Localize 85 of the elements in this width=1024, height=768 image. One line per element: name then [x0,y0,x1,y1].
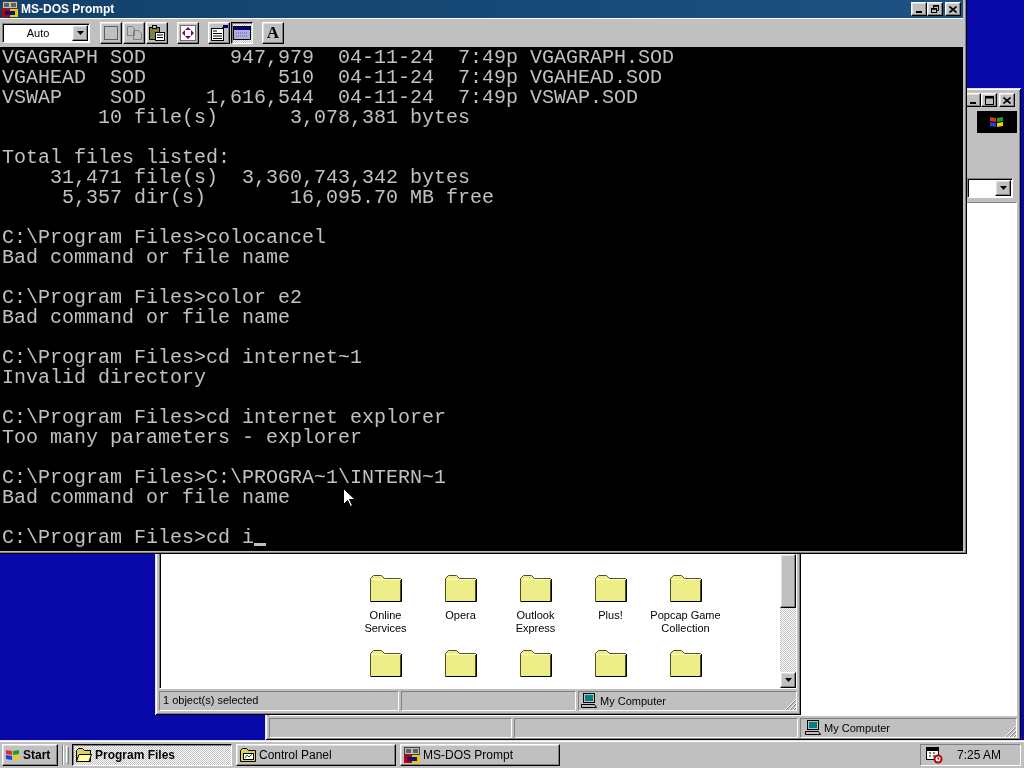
console-line: C:\Program Files>colocancel [2,228,327,248]
mouse-pointer-icon [343,488,355,507]
console-line: Total files listed: [2,148,231,168]
address-field[interactable] [967,178,1013,198]
flag-icon [5,748,21,762]
computer-icon [581,693,597,709]
calendar-clock-icon [926,746,943,764]
ms-dos-icon [404,747,420,763]
folder-icon [76,748,92,762]
text-cursor [254,543,267,546]
minimize-icon [916,11,922,13]
start-button[interactable]: Start [2,744,58,766]
font-size-dropdown[interactable]: Auto [2,22,90,43]
folder-label[interactable]: Online Services [348,609,423,635]
properties-icon [210,24,228,41]
dropdown-button[interactable] [995,180,1011,196]
console-line: Too many parameters - explorer [2,428,363,448]
folder-icon[interactable] [594,649,627,677]
caret-icon [76,30,84,35]
window-title: MS-DOS Prompt [21,2,116,16]
console-line: C:\Program Files>C:\PROGRA~1\INTERN~1 [2,468,447,488]
folder-icon[interactable] [444,574,477,602]
folder-label[interactable]: Popcap Game Collection [648,609,723,635]
folder-icon[interactable] [519,649,552,677]
scroll-down-button[interactable] [780,672,796,688]
folder-icon[interactable] [669,649,702,677]
ms-dos-icon [2,1,18,17]
console-line: VGAGRAPH SOD 947,979 04-11-24 7:49p VGAGRAPH.SOD [2,48,675,68]
console-line: C:\Program Files>color e2 [2,288,303,308]
copy-icon [126,25,142,40]
folder-label[interactable]: Plus! [573,609,648,622]
scrollbar-thumb[interactable] [780,554,796,608]
taskbar-button[interactable]: Control Panel [236,744,396,766]
console-line: 5,357 dir(s) 16,095.70 MB free [62,188,495,208]
full-screen-button[interactable] [177,21,199,44]
console-line: C:\Program Files>cd i [2,528,255,548]
console-line: VSWAP SOD 1,616,544 04-11-24 7:49p VSWAP.SOD [2,88,639,108]
flag-icon [977,111,1017,133]
close-icon [1003,96,1011,104]
caret-icon [784,678,792,682]
console-line: 10 file(s) 3,078,381 bytes [97,108,471,128]
close-button[interactable] [999,93,1015,107]
maximize-button[interactable] [981,93,997,107]
folder-icon[interactable] [519,574,552,602]
close-button[interactable] [945,2,961,16]
background-button[interactable] [231,21,253,44]
folder-label[interactable]: Opera [423,609,498,622]
properties-button[interactable] [208,21,230,44]
console-line: Invalid directory [2,368,207,388]
arrows-out-icon [180,24,196,41]
folder-icon[interactable] [669,574,702,602]
chart-folder-icon [240,748,256,762]
folder-icon[interactable] [369,649,402,677]
computer-icon [805,720,821,736]
dotted-rectangle-icon [104,25,118,40]
mark-button[interactable] [100,21,122,44]
dropdown-button[interactable] [72,24,88,41]
clock-text: 7:25 AM [957,748,1002,762]
folder-icon[interactable] [594,574,627,602]
status-text: My Computer [824,722,892,734]
console-line: C:\Program Files>cd internet~1 [2,348,363,368]
window-icon [233,25,251,40]
folder-icon[interactable] [369,574,402,602]
console-line: VGAHEAD SOD 510 04-11-24 7:49p VGAHEAD.SOD [2,68,663,88]
restore-button[interactable] [927,2,943,16]
folder-icon[interactable] [444,649,477,677]
minimize-icon [970,102,976,104]
console-line: Bad command or file name [2,488,291,508]
close-icon [949,5,957,13]
console-line: Bad command or file name [2,248,291,268]
minimize-button[interactable] [911,2,927,16]
console-line: Bad command or file name [2,308,291,328]
taskbar-button[interactable]: Program Files [72,744,232,766]
status-text: My Computer [600,695,668,707]
console-line: C:\Program Files>cd internet explorer [2,408,447,428]
font-button[interactable]: A [262,21,284,44]
restore-icon [931,5,939,13]
console-line: 31,471 file(s) 3,360,743,342 bytes [49,168,471,188]
taskbar-button[interactable]: MS-DOS Prompt [400,744,560,766]
status-panel: 1 object(s) selected [159,691,399,711]
folder-label[interactable]: Outlook Express [498,609,573,635]
caret-icon [999,186,1007,190]
paste-icon [149,24,165,41]
paste-button[interactable] [146,21,168,44]
maximize-icon [984,95,994,105]
